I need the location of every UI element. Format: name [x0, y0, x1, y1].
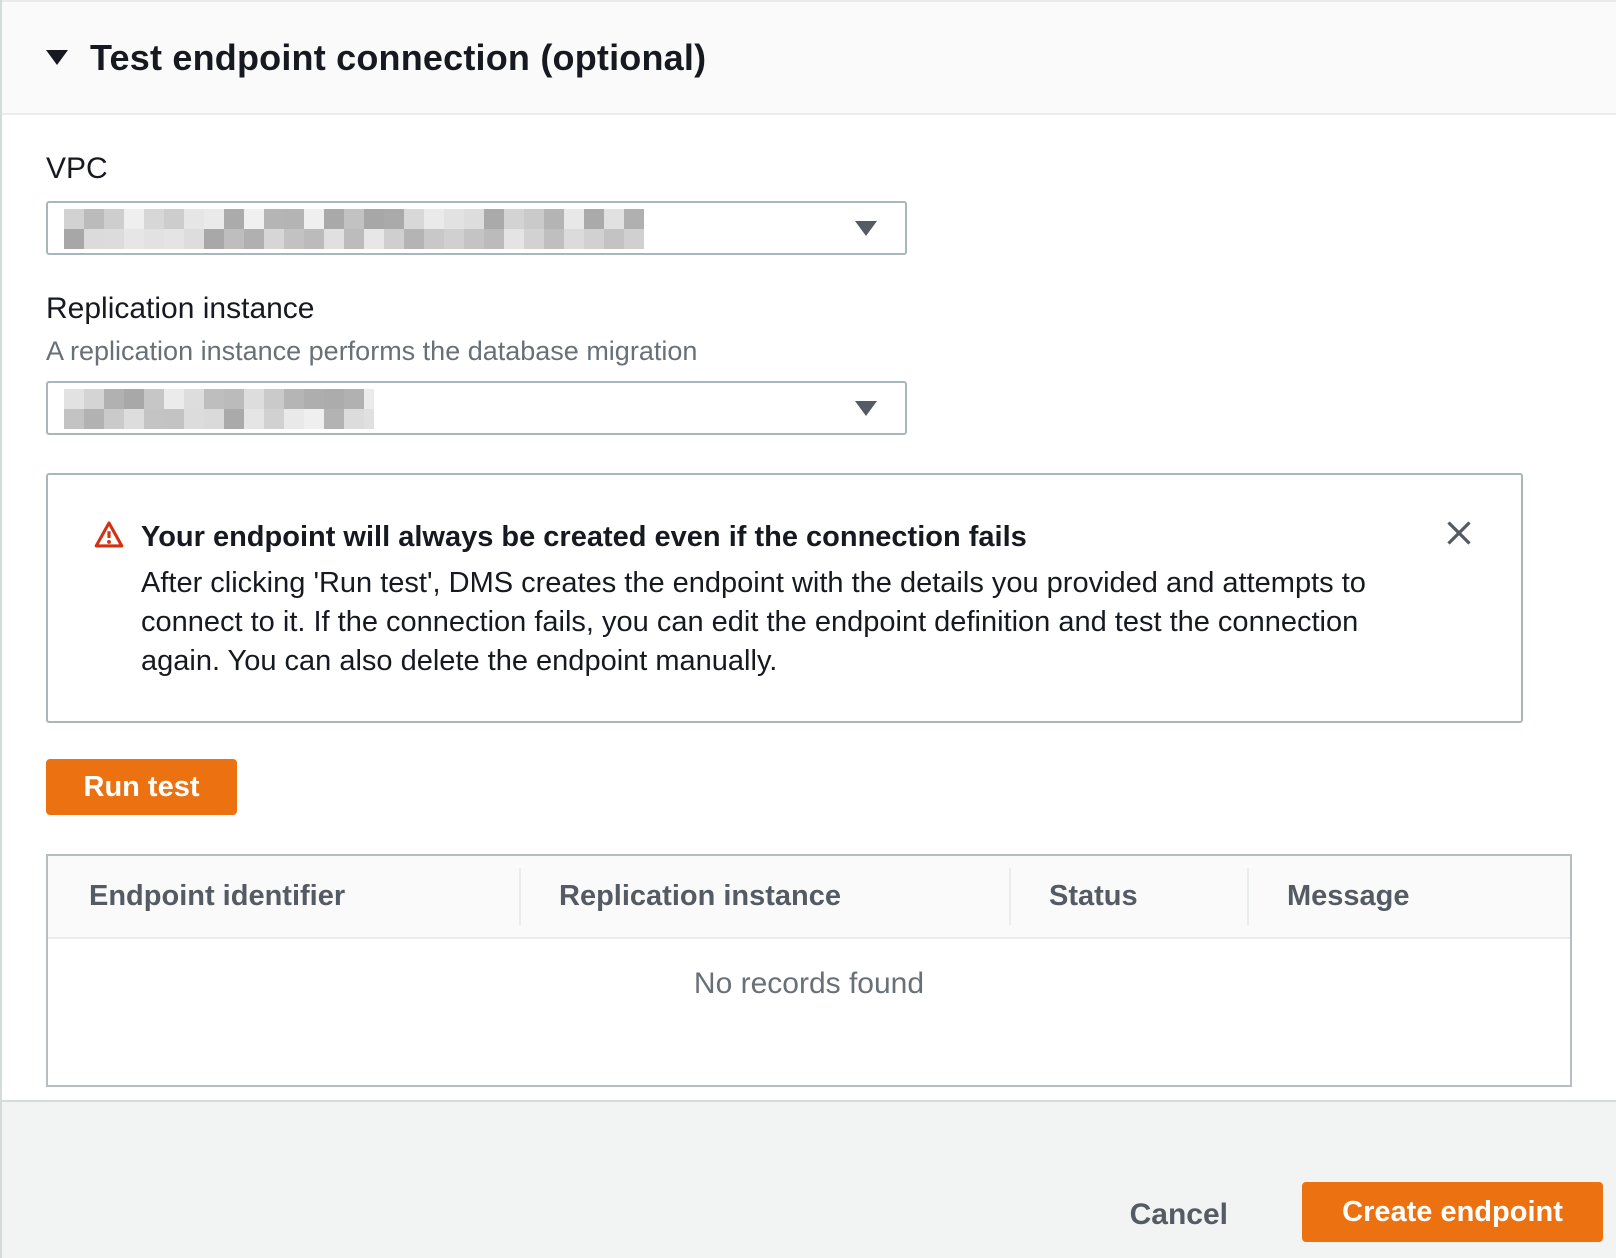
- section-header-test-endpoint-connection[interactable]: Test endpoint connection (optional): [2, 0, 1616, 115]
- replication-instance-label: Replication instance: [46, 291, 1572, 327]
- section-title: Test endpoint connection (optional): [90, 37, 706, 79]
- warning-alert: Your endpoint will always be created eve…: [46, 473, 1523, 723]
- cancel-button[interactable]: Cancel: [1130, 1198, 1228, 1232]
- column-header-endpoint-identifier: Endpoint identifier: [48, 856, 519, 937]
- chevron-down-icon: [855, 221, 877, 236]
- section-content: VPC Replication instance A replication i…: [2, 151, 1616, 1126]
- alert-title: Your endpoint will always be created eve…: [141, 517, 1421, 557]
- replication-instance-description: A replication instance performs the data…: [46, 335, 1572, 367]
- empty-state-text: No records found: [48, 939, 1570, 1001]
- vpc-select[interactable]: [46, 201, 907, 255]
- column-header-message: Message: [1247, 856, 1570, 937]
- run-test-button[interactable]: Run test: [46, 759, 237, 815]
- replication-instance-selected-value-redacted: [64, 389, 374, 429]
- table-body: No records found: [48, 939, 1570, 1085]
- alert-text: Your endpoint will always be created eve…: [141, 517, 1421, 681]
- chevron-down-icon: [855, 401, 877, 416]
- vpc-label: VPC: [46, 151, 1572, 187]
- vpc-selected-value-redacted: [64, 209, 644, 249]
- dms-create-endpoint-page: Test endpoint connection (optional) VPC …: [0, 0, 1616, 1258]
- warning-icon: [92, 519, 126, 551]
- column-header-status: Status: [1009, 856, 1247, 937]
- replication-instance-field: Replication instance A replication insta…: [46, 291, 1572, 435]
- column-header-replication-instance: Replication instance: [519, 856, 1009, 937]
- close-icon[interactable]: [1441, 515, 1477, 551]
- create-endpoint-button[interactable]: Create endpoint: [1302, 1182, 1603, 1242]
- table-header-row: Endpoint identifier Replication instance…: [48, 856, 1570, 939]
- collapse-caret-icon: [46, 50, 68, 65]
- vpc-field: VPC: [46, 151, 1572, 255]
- alert-body: After clicking 'Run test', DMS creates t…: [141, 564, 1421, 681]
- test-results-table: Endpoint identifier Replication instance…: [46, 854, 1572, 1087]
- replication-instance-select[interactable]: [46, 381, 907, 435]
- form-footer: Cancel Create endpoint: [2, 1100, 1616, 1258]
